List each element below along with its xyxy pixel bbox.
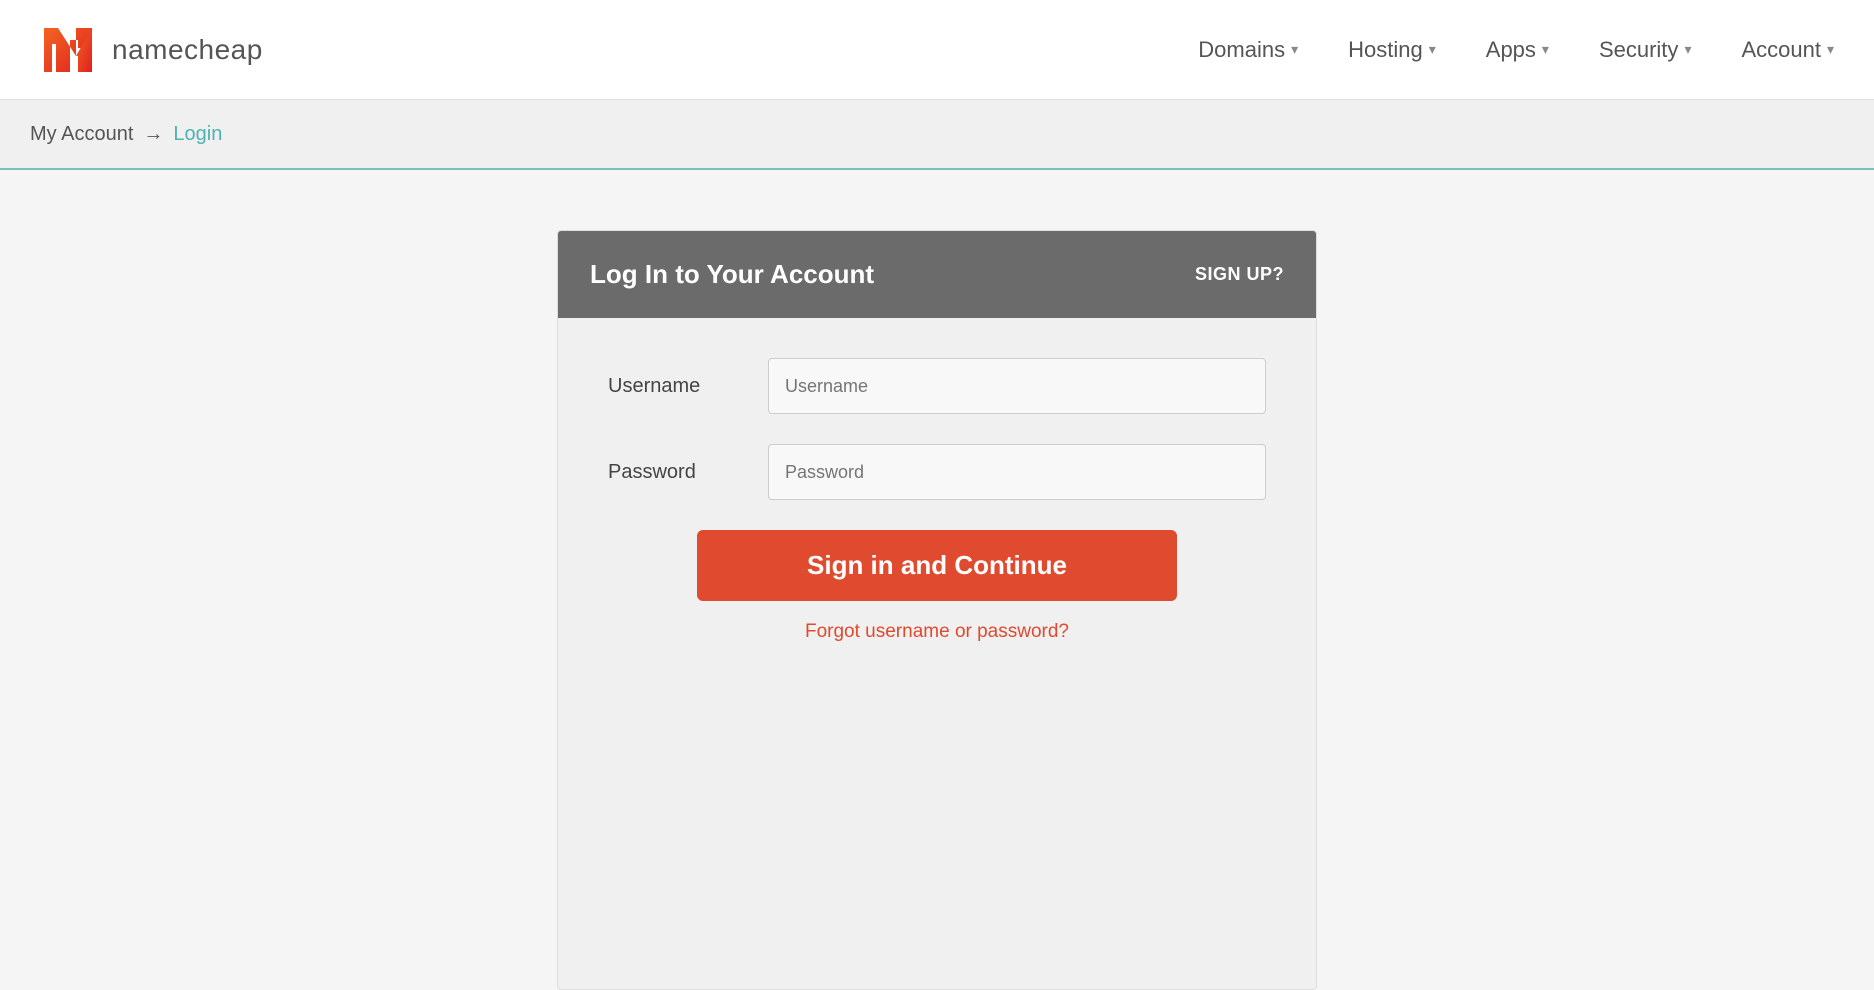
nav-hosting-chevron-icon: ▾ <box>1429 41 1436 58</box>
username-input[interactable] <box>768 358 1266 414</box>
breadcrumb-bar: My Account → Login <box>0 100 1874 170</box>
main-content: Log In to Your Account SIGN UP? Username… <box>0 170 1874 990</box>
nav-domains[interactable]: Domains ▾ <box>1198 37 1298 63</box>
login-card: Log In to Your Account SIGN UP? Username… <box>557 230 1317 990</box>
nav-account[interactable]: Account ▾ <box>1741 37 1834 63</box>
logo-area[interactable]: namecheap <box>40 20 263 80</box>
password-input[interactable] <box>768 444 1266 500</box>
nav-account-label: Account <box>1741 37 1821 63</box>
nav-apps-chevron-icon: ▾ <box>1542 41 1549 58</box>
login-card-body: Username Password Sign in and Continue F… <box>558 318 1316 693</box>
breadcrumb-login[interactable]: Login <box>173 123 222 146</box>
sign-in-button[interactable]: Sign in and Continue <box>697 530 1177 601</box>
password-row: Password <box>608 444 1266 500</box>
password-label: Password <box>608 461 768 484</box>
breadcrumb-my-account: My Account <box>30 123 133 146</box>
username-row: Username <box>608 358 1266 414</box>
nav-security-chevron-icon: ▾ <box>1684 41 1691 58</box>
nav-security-label: Security <box>1599 37 1678 63</box>
forgot-password-link[interactable]: Forgot username or password? <box>805 621 1069 643</box>
namecheap-logo-icon <box>40 20 100 80</box>
login-card-title: Log In to Your Account <box>590 259 874 290</box>
nav-account-chevron-icon: ▾ <box>1827 41 1834 58</box>
main-nav: Domains ▾ Hosting ▾ Apps ▾ Security ▾ Ac… <box>1198 37 1834 63</box>
sign-in-btn-row: Sign in and Continue Forgot username or … <box>608 530 1266 643</box>
login-card-header: Log In to Your Account SIGN UP? <box>558 231 1316 318</box>
site-header: namecheap Domains ▾ Hosting ▾ Apps ▾ Sec… <box>0 0 1874 100</box>
nav-apps-label: Apps <box>1486 37 1536 63</box>
username-label: Username <box>608 375 768 398</box>
logo-text: namecheap <box>112 34 263 66</box>
nav-domains-label: Domains <box>1198 37 1285 63</box>
nav-domains-chevron-icon: ▾ <box>1291 41 1298 58</box>
breadcrumb-arrow: → <box>143 123 163 146</box>
nav-hosting[interactable]: Hosting ▾ <box>1348 37 1436 63</box>
sign-up-link[interactable]: SIGN UP? <box>1195 264 1284 285</box>
nav-security[interactable]: Security ▾ <box>1599 37 1692 63</box>
nav-apps[interactable]: Apps ▾ <box>1486 37 1549 63</box>
nav-hosting-label: Hosting <box>1348 37 1423 63</box>
